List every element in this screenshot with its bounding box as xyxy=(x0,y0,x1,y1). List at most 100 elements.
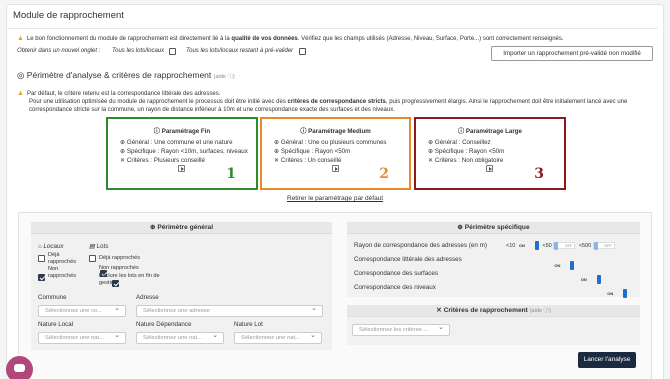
param-number: 2 xyxy=(379,166,389,182)
rayon-toggles: <10 ON <50 OFF <500 OFF xyxy=(506,241,615,250)
param-number: 1 xyxy=(226,166,236,182)
rayon-10-label: <10 xyxy=(506,242,516,249)
locaux-deja-checkbox[interactable] xyxy=(38,255,45,262)
surfaces-toggle[interactable]: ON xyxy=(579,275,601,285)
info-block: ▲ Par défaut, le critère retenu est la co… xyxy=(17,90,657,114)
play-icon[interactable] xyxy=(178,165,185,172)
locaux-label: Locaux xyxy=(43,243,64,250)
adresse-label: Adresse xyxy=(136,294,159,301)
globe-icon: ⊕ xyxy=(428,148,434,155)
target-icon: ◎ xyxy=(17,70,25,80)
toggle-knob xyxy=(554,242,559,250)
toggle-knob xyxy=(570,261,575,271)
niveaux-label: Correspondance des niveaux xyxy=(354,284,436,291)
criteres-select[interactable]: Sélectionnez les critères ... xyxy=(352,323,450,336)
chat-bubble-icon[interactable] xyxy=(6,356,33,379)
label-line: Déjà xyxy=(48,252,60,258)
litterale-toggle[interactable]: ON xyxy=(552,261,575,271)
toggle-state: OFF xyxy=(604,244,612,248)
param-medium-card[interactable]: ⓘ Paramétrage Medium ⊕ Général : Une ou … xyxy=(260,117,411,190)
globe-icon: ⊕ xyxy=(274,139,280,146)
lots-non-label: Non rapprochés xyxy=(99,265,139,271)
lots-label: Lots xyxy=(96,243,109,250)
param-large-card[interactable]: ⓘ Paramétrage Large ⊕ Général : Conseill… xyxy=(414,117,566,190)
info-line-2-end: , puis progressivement élargis. Ainsi le… xyxy=(385,99,628,105)
toggle-knob xyxy=(534,241,539,250)
tools-icon: ✕ xyxy=(274,157,280,164)
toggle-knob xyxy=(593,242,598,250)
adresse-select[interactable]: Sélectionnez une adresse xyxy=(136,304,323,317)
param-criteres: Critères : Non obligatoire xyxy=(434,157,504,164)
criteres-panel-title: Critères de rapprochement xyxy=(443,307,528,314)
param-title: Paramétrage Large xyxy=(465,128,522,135)
param-fin-card[interactable]: ⓘ Paramétrage Fin ⊕ Général : Une commun… xyxy=(106,117,258,190)
param-specific: Spécifique : Rayon <50m xyxy=(434,148,505,155)
locaux-non-label: Non rapprochés xyxy=(48,266,76,280)
param-criteres: Critères : Plusieurs conseillé xyxy=(126,157,205,164)
param-specific: Spécifique : Rayon <10m, surfaces, nivea… xyxy=(126,148,248,155)
rayon-500-label: <500 xyxy=(578,242,592,249)
locaux-heading: ⌂ Locaux xyxy=(38,243,63,250)
param-general: Général : Une commune et une nature xyxy=(126,139,233,146)
rayon-50-toggle[interactable]: OFF xyxy=(553,242,576,250)
onglet-opt-remaining-checkbox[interactable] xyxy=(299,48,306,55)
nature-lot-label: Nature Lot xyxy=(234,321,263,328)
criteres-panel-header: ✕ Critères de rapprochement (aide ⓘ) xyxy=(347,305,640,317)
toggle-state: ON xyxy=(518,243,525,248)
nature-dep-select[interactable]: Sélectionnez une nat... xyxy=(136,331,224,344)
globe-icon: ⊕ xyxy=(149,224,156,231)
globe-icon: ⊕ xyxy=(457,224,463,231)
play-icon[interactable] xyxy=(486,165,493,172)
aide-link[interactable]: (aide ⓘ) xyxy=(530,308,551,314)
aide-link[interactable]: (aide ⓘ) xyxy=(214,74,235,80)
label-line: gestion xyxy=(99,280,118,286)
rayon-10-toggle[interactable]: ON xyxy=(517,241,539,250)
perimetre-title: Périmètre d'analyse & critères de rappro… xyxy=(26,70,212,80)
onglet-opt-remaining-label: Tous les lots/locaux restant à pré-valid… xyxy=(186,48,294,54)
lots-exclure-label: Exclure les lots en fin de gestion xyxy=(99,273,160,287)
lots-heading: ▤ Lots xyxy=(89,243,108,250)
nature-lot-select[interactable]: Sélectionnez une nat... xyxy=(234,331,322,344)
building-icon: ▤ xyxy=(89,243,95,250)
info-line-2: Pour une utilisation optimisée du module… xyxy=(29,99,288,105)
rayon-label: Rayon de correspondance des adresses (en… xyxy=(354,242,488,249)
page-title: Module de rapprochement xyxy=(13,10,124,21)
warning-icon: ▲ xyxy=(17,35,24,42)
label-line: Non xyxy=(48,266,59,272)
notice-text-end: . Vérifiez que les champs utilisés (Adre… xyxy=(297,36,564,42)
lots-deja-checkbox[interactable] xyxy=(89,255,96,262)
rayon-500-toggle[interactable]: OFF xyxy=(592,242,615,250)
niveaux-toggle[interactable]: ON xyxy=(605,289,628,299)
locaux-non-checkbox[interactable] xyxy=(38,274,45,282)
onglet-opt-all-label: Tous les lots/locaux xyxy=(112,48,165,54)
nature-dep-label: Nature Dépendance xyxy=(136,321,192,328)
param-title: Paramétrage Medium xyxy=(308,128,371,135)
commune-select[interactable]: Sélectionnez une co... xyxy=(38,304,126,317)
nature-local-select[interactable]: Sélectionnez une nat... xyxy=(38,331,126,344)
param-specific: Spécifique : Rayon <50m xyxy=(280,148,351,155)
param-criteres: Critères : Un conseillé xyxy=(280,157,342,164)
lots-deja-label: Déjà rapprochés xyxy=(99,255,141,261)
param-title: Paramétrage Fin xyxy=(161,128,211,135)
general-panel-header: ⊕ Périmètre général xyxy=(31,222,332,234)
rayon-50-label: <50 xyxy=(542,242,552,249)
launch-analysis-button[interactable]: Lancer l'analyse xyxy=(578,352,636,368)
play-icon[interactable] xyxy=(331,165,339,172)
onglet-label: Obtenir dans un nouvel onglet : xyxy=(17,48,101,54)
globe-icon: ⊕ xyxy=(274,148,280,155)
perimetre-heading: ◎ Périmètre d'analyse & critères de rapp… xyxy=(17,70,235,81)
locaux-deja-label: Déjà rapprochés xyxy=(48,252,76,266)
globe-icon: ⊕ xyxy=(120,139,126,146)
specific-panel-header: ⊕ Périmètre spécifique xyxy=(347,222,640,234)
label-line: rapprochés xyxy=(48,273,76,279)
import-button[interactable]: Importer un rapprochement pré-validé non… xyxy=(491,46,653,61)
onglet-opt-all-checkbox[interactable] xyxy=(169,48,176,55)
param-general: Général : Une ou plusieurs communes xyxy=(280,139,387,146)
tools-icon: ✕ xyxy=(436,307,442,314)
reset-default-link[interactable]: Retirer le paramétrage par défaut xyxy=(287,195,383,202)
info-line-1: Par défaut, le critère retenu est la cor… xyxy=(26,91,221,97)
general-panel-title: Périmètre général xyxy=(157,224,214,231)
toggle-knob xyxy=(623,289,628,299)
toggle-knob xyxy=(596,275,601,285)
notice-bold: qualité de vos données xyxy=(231,36,298,42)
